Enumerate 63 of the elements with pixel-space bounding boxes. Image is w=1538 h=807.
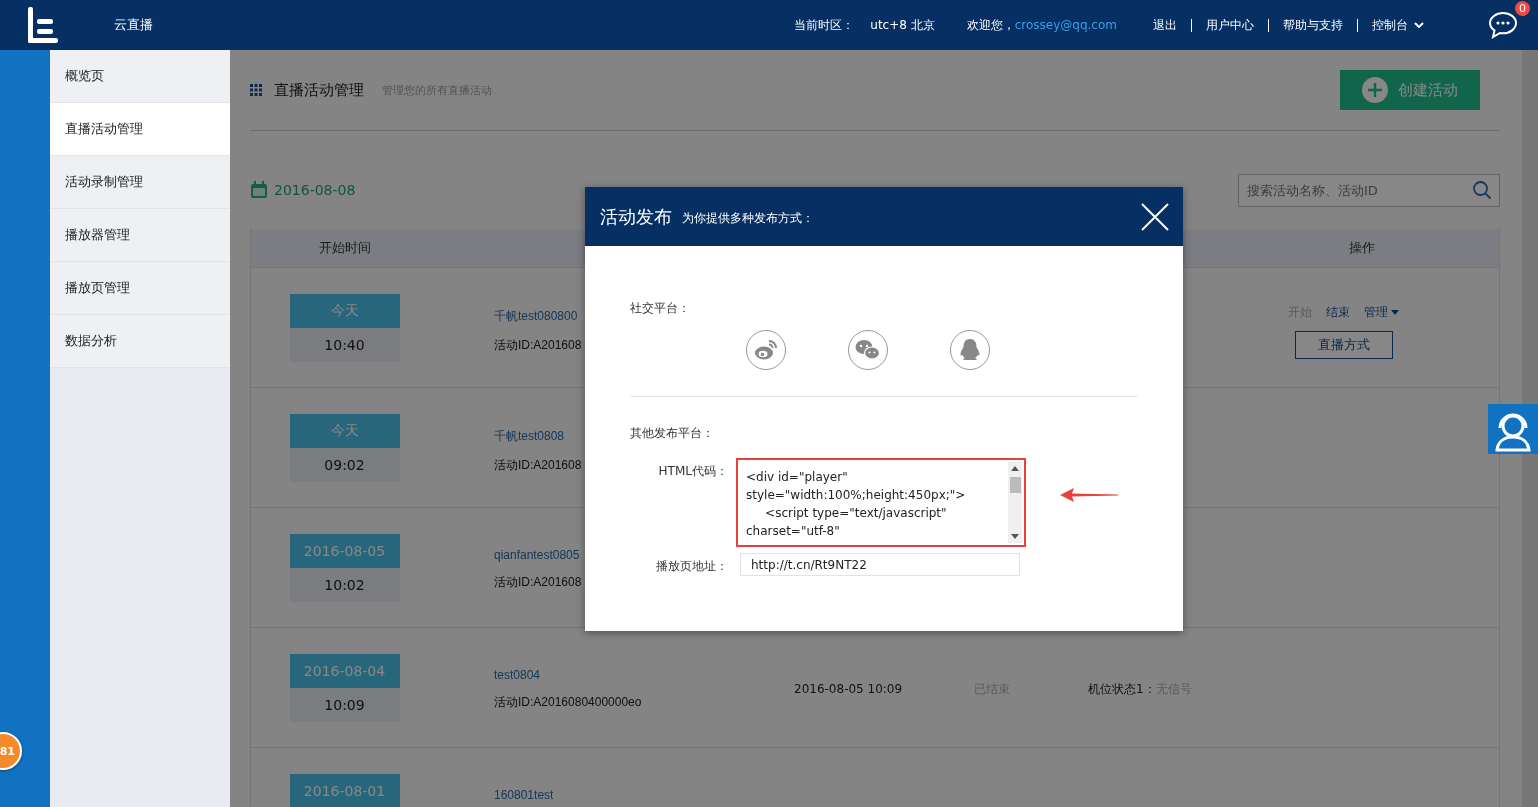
search-field[interactable]: 搜索活动名称、活动ID xyxy=(1238,173,1500,207)
logo-icon[interactable] xyxy=(28,7,58,43)
header-link[interactable]: 退出 xyxy=(1153,16,1177,34)
chevron-icon xyxy=(1414,22,1424,28)
dialog-subtitle: 为你提供多种发布方式： xyxy=(682,209,814,227)
close-icon[interactable] xyxy=(1141,202,1169,231)
start-time: 09:02 xyxy=(289,448,400,482)
html-code-label: HTML代码： xyxy=(657,463,728,480)
current-date: 2016-08-08 xyxy=(274,182,356,198)
sidebar-item[interactable]: 直播活动管理 xyxy=(50,103,230,156)
header-dropdown[interactable]: 控制台 xyxy=(1372,16,1424,34)
other-platforms-label: 其他发布平台： xyxy=(630,425,714,442)
customer-service-button[interactable] xyxy=(1488,404,1538,454)
plus-icon xyxy=(1362,77,1388,103)
app-name: 云直播 xyxy=(114,16,153,34)
activity-id: 活动ID:A2016080400000eo xyxy=(494,694,642,711)
timezone-label: 当前时区： xyxy=(794,16,855,34)
calendar-icon xyxy=(250,181,268,199)
sidebar-item[interactable]: 数据分析 xyxy=(50,315,230,368)
penguin-icon[interactable] xyxy=(950,330,990,370)
date-badge: 2016-08-05 xyxy=(289,534,400,568)
start-time: 10:09 xyxy=(289,688,400,722)
email-link[interactable]: crossey@qq.com xyxy=(1014,18,1117,32)
scroll-thumb[interactable] xyxy=(1009,477,1021,493)
chat-icon[interactable] xyxy=(1488,11,1518,39)
wechat-icon[interactable] xyxy=(848,330,888,370)
start-time: 10:02 xyxy=(289,568,400,602)
activity-id: 活动ID:A201608 xyxy=(494,574,582,591)
activity-id: 活动ID:A201608 xyxy=(494,457,582,474)
message-count-badge: 0 xyxy=(1515,1,1530,16)
date-badge: 2016-08-04 xyxy=(289,654,400,688)
social-label: 社交平台： xyxy=(630,300,690,317)
sidebar-item[interactable]: 概览页 xyxy=(50,50,230,103)
timezone-value: utc+8 北京 xyxy=(870,16,935,34)
scroll-up-icon[interactable] xyxy=(1011,466,1019,471)
column-header: 操作 xyxy=(1348,239,1376,257)
sidebar-item[interactable]: 播放页管理 xyxy=(50,262,230,315)
activity-id: 活动ID:A201608 xyxy=(494,337,582,354)
manage-dropdown[interactable]: 管理 xyxy=(1364,304,1399,321)
page-url-field[interactable]: http://t.cn/Rt9NT22 xyxy=(740,553,1020,576)
page-title: 直播活动管理 xyxy=(274,80,364,100)
page-url-label: 播放页地址： xyxy=(655,558,728,575)
scrollbar[interactable] xyxy=(1522,50,1538,807)
live-mode-button[interactable]: 直播方式 xyxy=(1294,331,1393,359)
dialog-title: 活动发布 xyxy=(600,204,672,229)
search-icon[interactable] xyxy=(1472,179,1492,200)
start-time: 10:40 xyxy=(289,328,400,362)
action-link[interactable]: 结束 xyxy=(1326,304,1350,321)
end-time: 2016-08-05 10:09 xyxy=(794,682,903,696)
date-badge: 今天 xyxy=(289,414,400,448)
scroll-down-icon[interactable] xyxy=(1011,534,1019,539)
grid-icon xyxy=(250,84,262,96)
column-header: 开始时间 xyxy=(317,239,372,257)
sidebar-item[interactable]: 活动录制管理 xyxy=(50,156,230,209)
caret-icon xyxy=(1391,310,1399,315)
sidebar-item[interactable]: 播放器管理 xyxy=(50,209,230,262)
header-link[interactable]: 用户中心 xyxy=(1206,16,1254,34)
arrow-icon xyxy=(1060,488,1118,502)
date-badge: 今天 xyxy=(289,294,400,328)
welcome-text: 欢迎您， xyxy=(966,16,1015,34)
weibo-icon[interactable] xyxy=(746,330,786,370)
date-badge: 2016-08-01 xyxy=(289,774,400,807)
header-link[interactable]: 帮助与支持 xyxy=(1283,16,1343,34)
